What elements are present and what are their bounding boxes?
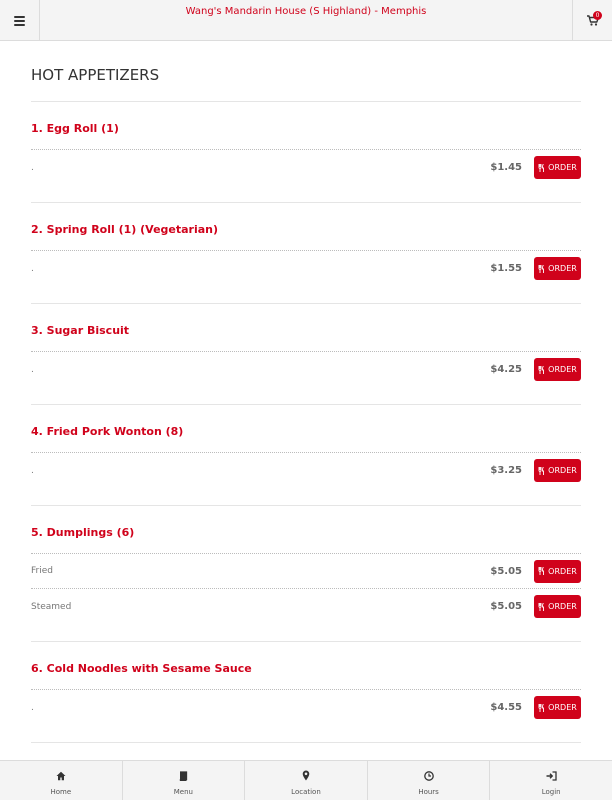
cutlery-icon [538, 703, 545, 712]
order-button[interactable]: ORDER [534, 696, 581, 719]
menu-content: HOT APPETIZERS 1. Egg Roll (1). $1.45 ORDE… [31, 41, 581, 800]
item-name[interactable]: 2. Spring Roll (1) (Vegetarian) [31, 203, 581, 251]
item-name[interactable]: 3. Sugar Biscuit [31, 304, 581, 352]
cutlery-icon [538, 365, 545, 374]
menu-item-list: 1. Egg Roll (1). $1.45 ORDER 2. Spring Roll… [31, 102, 581, 800]
variant-row: . $1.55 ORDER [31, 251, 581, 286]
order-button[interactable]: ORDER [534, 257, 581, 280]
variant-price: $4.25 [490, 364, 522, 375]
order-button-label: ORDER [548, 365, 577, 374]
variant-row: . $4.25 ORDER [31, 352, 581, 387]
variant-row: Steamed $5.05 ORDER [31, 589, 581, 624]
nav-label: Location [291, 787, 321, 796]
item-name[interactable]: 4. Fried Pork Wonton (8) [31, 405, 581, 453]
order-button[interactable]: ORDER [534, 156, 581, 179]
order-button-label: ORDER [548, 264, 577, 273]
hamburger-icon [14, 15, 25, 26]
variant-price: $4.55 [490, 702, 522, 713]
variant-price: $1.55 [490, 263, 522, 274]
login-icon [546, 766, 557, 785]
menu-item: 5. Dumplings (6) Fried $5.05 ORDER Steamed $5… [31, 506, 581, 642]
order-button[interactable]: ORDER [534, 559, 581, 583]
book-icon [178, 766, 188, 785]
nav-label: Home [50, 787, 72, 796]
order-button-label: ORDER [548, 602, 577, 611]
nav-home[interactable]: Home [0, 761, 123, 800]
variant-row: . $1.45 ORDER [31, 150, 581, 185]
top-bar: Wang's Mandarin House (S Highland) - Mem… [0, 0, 612, 41]
variant-price: $3.25 [490, 465, 522, 476]
order-button-label: ORDER [548, 566, 577, 576]
home-icon [56, 766, 66, 785]
item-name[interactable]: 6. Cold Noodles with Sesame Sauce [31, 642, 581, 690]
site-title[interactable]: Wang's Mandarin House (S Highland) - Mem… [40, 6, 572, 17]
nav-menu[interactable]: Menu [123, 761, 246, 800]
variant-name: . [31, 162, 34, 173]
order-button-label: ORDER [548, 703, 577, 712]
variant-row: Fried $5.05 ORDER [31, 554, 581, 589]
menu-item: 4. Fried Pork Wonton (8). $3.25 ORDER [31, 405, 581, 506]
menu-item: 2. Spring Roll (1) (Vegetarian). $1.55 ORD… [31, 203, 581, 304]
cutlery-icon [538, 602, 545, 611]
bottom-nav: Home Menu Location Hours Login [0, 760, 612, 800]
cutlery-icon [538, 567, 545, 575]
nav-hours[interactable]: Hours [368, 761, 491, 800]
order-button-label: ORDER [548, 466, 577, 475]
order-button-label: ORDER [548, 163, 577, 172]
cutlery-icon [538, 466, 545, 475]
menu-item: 3. Sugar Biscuit. $4.25 ORDER [31, 304, 581, 405]
item-name[interactable]: 5. Dumplings (6) [31, 506, 581, 554]
variant-row: . $3.25 ORDER [31, 453, 581, 488]
nav-label: Hours [418, 787, 439, 796]
nav-location[interactable]: Location [245, 761, 368, 800]
nav-login[interactable]: Login [490, 761, 612, 800]
menu-item: 1. Egg Roll (1). $1.45 ORDER [31, 102, 581, 203]
order-button[interactable]: ORDER [534, 595, 581, 618]
variant-price: $1.45 [490, 162, 522, 173]
cart-button[interactable]: 0 [572, 0, 612, 41]
variant-price: $5.05 [490, 565, 522, 577]
cart-count-badge: 0 [593, 11, 602, 20]
variant-name: . [31, 702, 34, 713]
variant-name: Fried [31, 566, 53, 576]
nav-label: Menu [173, 787, 193, 796]
variant-name: . [31, 263, 34, 274]
section-title: HOT APPETIZERS [31, 41, 581, 102]
variant-name: . [31, 364, 34, 375]
order-button[interactable]: ORDER [534, 459, 581, 482]
cutlery-icon [538, 264, 545, 273]
order-button[interactable]: ORDER [534, 358, 581, 381]
item-name[interactable]: 1. Egg Roll (1) [31, 102, 581, 150]
variant-name: . [31, 465, 34, 476]
variant-name: Steamed [31, 601, 72, 612]
variant-price: $5.05 [490, 601, 522, 612]
map-pin-icon [302, 766, 310, 785]
menu-item: 6. Cold Noodles with Sesame Sauce. $4.55 O… [31, 642, 581, 743]
nav-label: Login [541, 787, 561, 796]
menu-toggle-button[interactable] [0, 0, 40, 41]
clock-icon [423, 766, 434, 785]
variant-row: . $4.55 ORDER [31, 690, 581, 725]
cutlery-icon [538, 163, 545, 172]
